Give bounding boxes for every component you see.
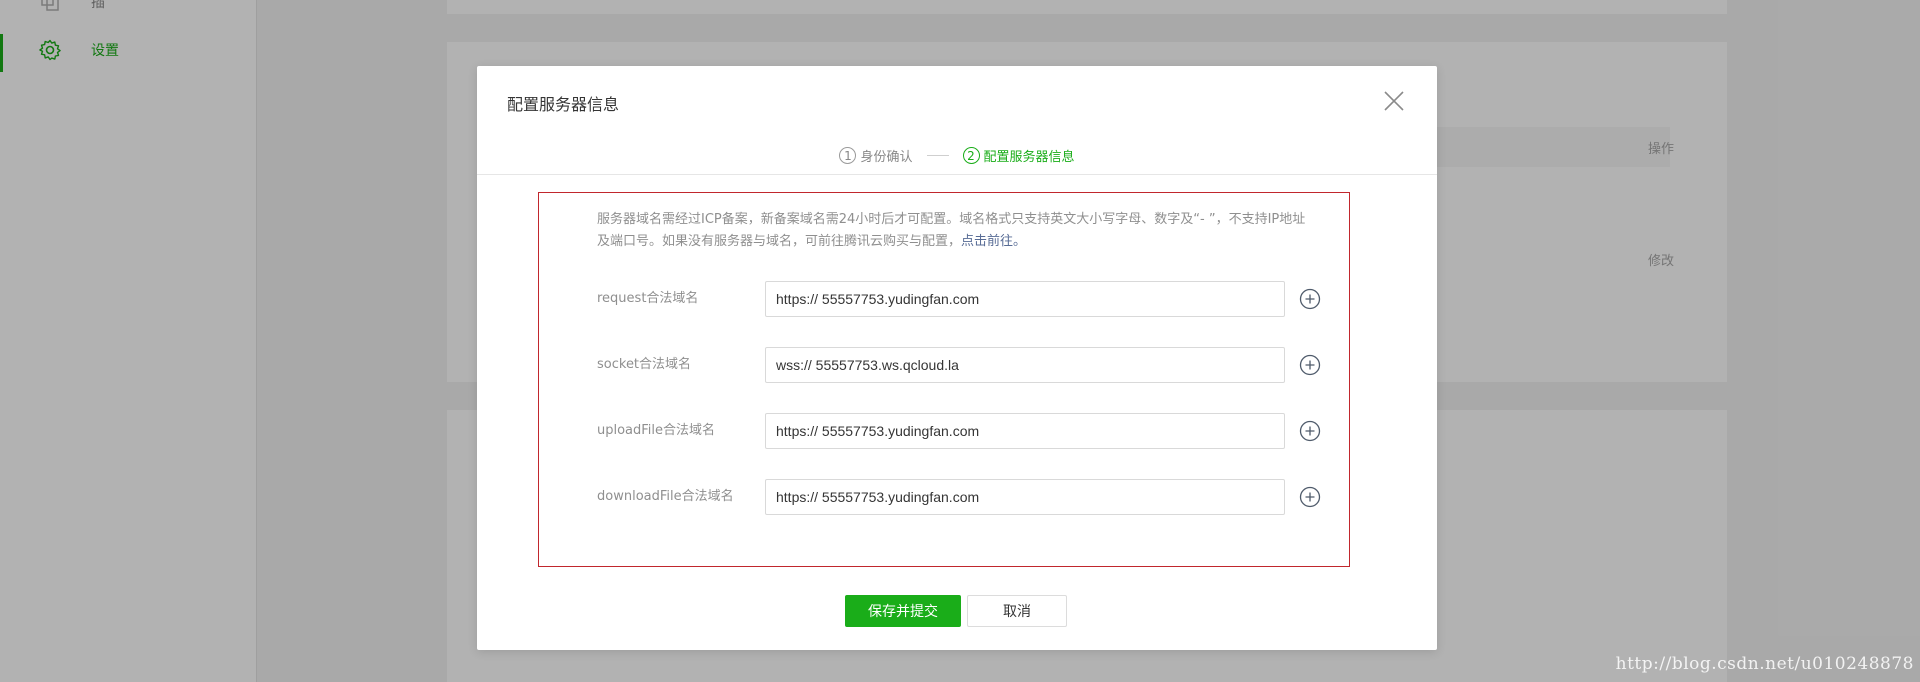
download-domain-input[interactable]	[765, 479, 1285, 515]
field-label: request合法域名	[597, 291, 699, 306]
step-number: 2	[962, 146, 980, 164]
step-label: 身份确认	[860, 149, 913, 165]
field-label: socket合法域名	[597, 357, 692, 372]
add-circle-icon[interactable]	[1299, 486, 1321, 508]
server-config-dialog: 配置服务器信息 1 身份确认 2 配置服务器信息 服务器域名需经过ICP备案，新…	[477, 66, 1437, 650]
dialog-title: 配置服务器信息	[507, 95, 620, 114]
field-label: downloadFile合法域名	[597, 489, 734, 504]
save-submit-button[interactable]: 保存并提交	[845, 595, 961, 627]
domain-config-panel: 服务器域名需经过ICP备案，新备案域名需24小时后才可配置。域名格式只支持英文大…	[538, 192, 1350, 567]
tips-text: 服务器域名需经过ICP备案，新备案域名需24小时后才可配置。域名格式只支持英文大…	[597, 212, 1306, 249]
step-indicator: 1 身份确认 2 配置服务器信息	[477, 140, 1437, 170]
divider	[477, 174, 1437, 175]
close-icon[interactable]	[1381, 88, 1407, 114]
field-row-socket: socket合法域名	[597, 347, 1327, 383]
tips-link[interactable]: 点击前往。	[961, 234, 1026, 249]
domain-tips: 服务器域名需经过ICP备案，新备案域名需24小时后才可配置。域名格式只支持英文大…	[597, 209, 1315, 253]
request-domain-input[interactable]	[765, 281, 1285, 317]
add-circle-icon[interactable]	[1299, 354, 1321, 376]
field-row-request: request合法域名	[597, 281, 1327, 317]
field-row-upload: uploadFile合法域名	[597, 413, 1327, 449]
socket-domain-input[interactable]	[765, 347, 1285, 383]
field-label: uploadFile合法域名	[597, 423, 716, 438]
cancel-button[interactable]: 取消	[967, 595, 1067, 627]
watermark: http://blog.csdn.net/u010248878	[1615, 654, 1914, 674]
step-label: 配置服务器信息	[983, 149, 1075, 165]
step-server-config: 2 配置服务器信息	[962, 146, 1075, 165]
field-row-download: downloadFile合法域名	[597, 479, 1327, 515]
upload-domain-input[interactable]	[765, 413, 1285, 449]
add-circle-icon[interactable]	[1299, 420, 1321, 442]
step-connector	[926, 154, 949, 156]
add-circle-icon[interactable]	[1299, 288, 1321, 310]
step-number: 1	[839, 146, 857, 164]
step-identity: 1 身份确认	[839, 146, 913, 165]
